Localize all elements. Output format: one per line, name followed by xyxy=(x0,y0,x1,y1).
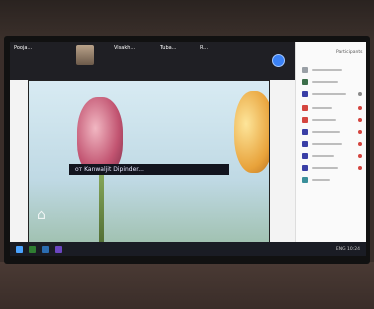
participant-name: Visakh... xyxy=(114,45,136,51)
presenter-caption: от Kanwaljit Dipinder... xyxy=(69,164,229,175)
photo-background-bottom xyxy=(0,262,374,309)
participant-tile[interactable]: R... xyxy=(196,42,236,80)
participant-label xyxy=(312,178,330,181)
browser-icon[interactable] xyxy=(42,245,49,253)
participant-label xyxy=(312,106,332,109)
mic-muted-icon xyxy=(358,165,362,170)
participant-list-item[interactable] xyxy=(302,78,362,85)
tulip-stem-image xyxy=(99,173,104,247)
avatar xyxy=(302,152,308,159)
participant-name: R... xyxy=(200,45,209,51)
participant-list-item[interactable] xyxy=(302,116,362,123)
avatar xyxy=(302,128,308,135)
avatar xyxy=(302,116,308,123)
mic-muted-icon xyxy=(358,141,362,146)
panel-title: Participants xyxy=(336,50,363,55)
participant-label xyxy=(312,68,342,71)
participant-label xyxy=(312,142,342,145)
participant-name: Pooja... xyxy=(14,45,33,51)
meeting-app-icon[interactable] xyxy=(55,245,62,253)
participant-list-item[interactable] xyxy=(302,164,362,171)
participant-list-item[interactable] xyxy=(302,90,362,97)
participant-label xyxy=(312,118,336,121)
participants-panel: Participants xyxy=(295,42,366,242)
avatar xyxy=(302,104,308,111)
photo-background-top xyxy=(0,0,374,40)
participant-label xyxy=(312,130,340,133)
participant-label xyxy=(312,92,346,95)
app-icon[interactable] xyxy=(29,245,36,253)
mic-muted-icon xyxy=(358,129,362,134)
mic-muted-icon xyxy=(358,153,362,158)
participant-list-item[interactable] xyxy=(302,176,362,183)
participant-strip: Pooja... Visakh... Tuba... R... xyxy=(10,42,295,80)
meeting-window: Pooja... Visakh... Tuba... R... от Kanwa… xyxy=(10,42,366,256)
participant-tile[interactable]: Visakh... xyxy=(110,42,156,80)
mic-muted-icon xyxy=(358,105,362,110)
participant-tile[interactable]: Tuba... xyxy=(156,42,196,80)
participant-tile[interactable]: Pooja... xyxy=(10,42,60,80)
logo-watermark-icon: ⌂ xyxy=(37,207,46,223)
camera-status-icon[interactable] xyxy=(272,54,285,67)
avatar xyxy=(302,66,308,73)
start-icon[interactable] xyxy=(16,245,23,253)
mic-muted-icon xyxy=(358,117,362,122)
participant-label xyxy=(312,80,338,83)
system-tray[interactable]: ENG 10:24 xyxy=(336,247,366,252)
participant-list-item[interactable] xyxy=(302,104,362,111)
participant-label xyxy=(312,166,338,169)
shared-screen: от Kanwaljit Dipinder... ⌂ xyxy=(28,80,270,248)
avatar xyxy=(302,90,308,97)
avatar xyxy=(302,78,308,85)
mic-muted-icon xyxy=(358,91,362,96)
participant-list-item[interactable] xyxy=(302,66,362,73)
avatar xyxy=(302,164,308,171)
participant-name: Tuba... xyxy=(160,45,177,51)
participant-list-item[interactable] xyxy=(302,128,362,135)
participant-video-thumbnail xyxy=(76,45,94,65)
participant-tile[interactable] xyxy=(60,42,110,80)
taskbar: ENG 10:24 xyxy=(10,242,366,256)
participant-list-item[interactable] xyxy=(302,152,362,159)
participant-label xyxy=(312,154,334,157)
participant-list-item[interactable] xyxy=(302,140,362,147)
yellow-tulip-image xyxy=(234,91,269,173)
avatar xyxy=(302,140,308,147)
avatar xyxy=(302,176,308,183)
